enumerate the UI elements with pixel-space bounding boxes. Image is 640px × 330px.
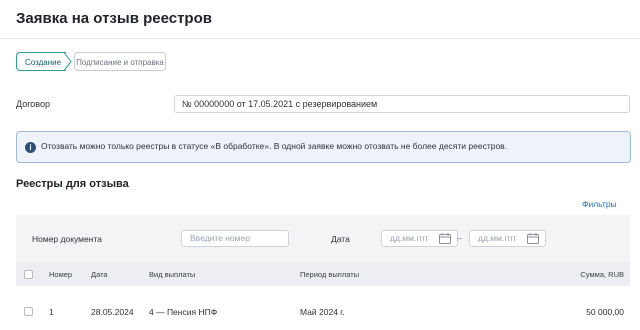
- contract-field[interactable]: № 00000000 от 17.05.2021 с резервировани…: [174, 95, 630, 113]
- row-payment-type: 4 — Пенсия НПФ: [149, 307, 218, 317]
- calendar-icon[interactable]: [439, 233, 451, 249]
- date-label: Дата: [331, 234, 350, 244]
- registries-title: Реестры для отзыва: [16, 178, 129, 190]
- page-title: Заявка на отзыв реестров: [16, 10, 212, 27]
- row-date: 28.05.2024: [91, 307, 134, 317]
- doc-number-label: Номер документа: [32, 234, 102, 244]
- header-divider: [0, 38, 640, 39]
- info-icon: i: [25, 142, 36, 153]
- doc-number-input[interactable]: Введите номер: [181, 230, 289, 247]
- info-text: Отозвать можно только реестры в статусе …: [41, 141, 508, 151]
- row-checkbox[interactable]: [24, 307, 33, 316]
- column-header-number[interactable]: Номер: [49, 270, 72, 279]
- column-header-payment-type[interactable]: Вид выплаты: [149, 270, 195, 279]
- select-all-checkbox[interactable]: [24, 270, 33, 279]
- row-number: 1: [49, 307, 54, 317]
- calendar-icon[interactable]: [527, 233, 539, 249]
- date-to-input[interactable]: дд.мм.гггг: [469, 230, 546, 247]
- column-header-amount[interactable]: Сумма, RUB: [580, 270, 624, 279]
- step-sign-and-send[interactable]: Подписание и отправка: [74, 52, 166, 71]
- info-banner: i Отозвать можно только реестры в статус…: [16, 131, 631, 163]
- row-period: Май 2024 г.: [300, 307, 345, 317]
- filters-link[interactable]: Фильтры: [582, 199, 617, 209]
- date-range-separator: –: [457, 233, 462, 243]
- date-from-placeholder: дд.мм.гггг: [390, 233, 429, 243]
- column-header-date[interactable]: Дата: [91, 270, 108, 279]
- table-header: Номер Дата Вид выплаты Период выплаты Су…: [16, 262, 630, 286]
- date-to-placeholder: дд.мм.гггг: [478, 233, 517, 243]
- column-header-period[interactable]: Период выплаты: [300, 270, 359, 279]
- step-create[interactable]: Создание: [16, 52, 66, 71]
- row-amount: 50 000,00: [586, 307, 624, 317]
- filter-bar: Номер документа Введите номер Дата дд.мм…: [16, 215, 630, 262]
- contract-label: Договор: [16, 99, 50, 109]
- date-from-input[interactable]: дд.мм.гггг: [381, 230, 458, 247]
